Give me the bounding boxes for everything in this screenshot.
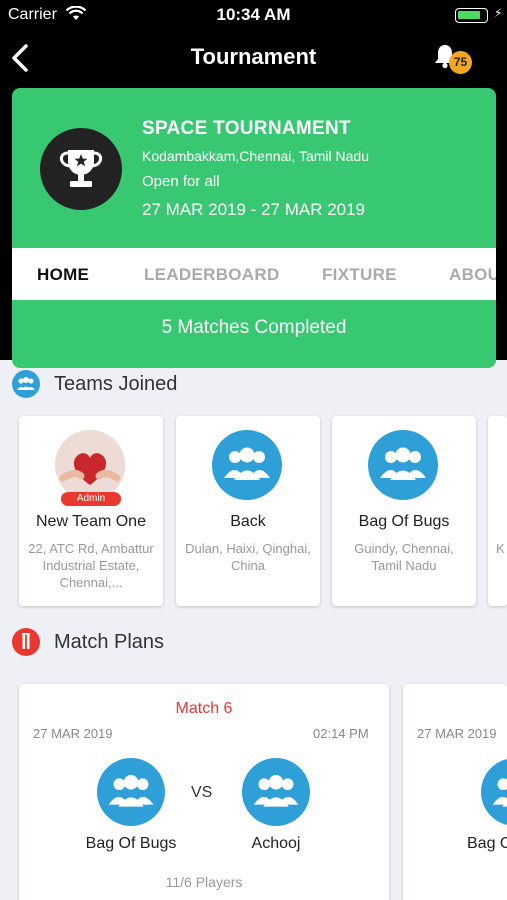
match-players-count: 11/6 Players <box>165 874 243 890</box>
team-b-name: Achooj <box>251 835 301 852</box>
teams-joined-title: Teams Joined <box>54 373 178 395</box>
team-name: Bag Of Bugs <box>358 513 450 530</box>
team-name: Back <box>230 513 266 530</box>
team-address: Dulan, Haixi, Qinghai, China <box>185 541 311 573</box>
team-card[interactable]: Admin New Team One 22, ATC Rd, Ambattur … <box>19 416 163 606</box>
team-avatar-heart: Admin <box>55 430 125 506</box>
match-time: 02:14 PM <box>313 726 369 741</box>
team-address: Guindy, Chennai, Tamil Nadu <box>354 541 454 573</box>
tournament-eligibility: Open for all <box>142 173 220 190</box>
tab-fixture[interactable]: FIXTURE <box>322 265 397 285</box>
group-icon <box>481 758 507 826</box>
battery-icon <box>455 8 488 23</box>
group-icon <box>212 430 282 500</box>
group-icon <box>368 430 438 500</box>
team-name: New Team One <box>36 513 146 530</box>
team-a-name: Bag O <box>467 835 507 852</box>
tournament-card: SPACE TOURNAMENT Kodambakkam,Chennai, Ta… <box>12 88 496 368</box>
match-card[interactable]: Match 6 27 MAR 2019 02:14 PM VS Bag Of B… <box>19 684 389 900</box>
team-card[interactable]: Bag Of Bugs Guindy, Chennai, Tamil Nadu <box>332 416 476 606</box>
tab-leaderboard[interactable]: LEADERBOARD <box>144 265 280 285</box>
group-icon <box>97 758 165 826</box>
match-date: 27 MAR 2019 <box>417 726 497 741</box>
notifications-button[interactable]: 75 <box>433 42 473 78</box>
team-address: 22, ATC Rd, Ambattur Industrial Estate, … <box>28 541 154 590</box>
team-card[interactable]: Back Dulan, Haixi, Qinghai, China <box>176 416 320 606</box>
group-icon <box>242 758 310 826</box>
status-bar: Carrier 10:34 AM ⚡ <box>0 0 507 30</box>
cricket-bat-icon <box>12 628 40 656</box>
match-card[interactable]: 27 MAR 2019 Bag O <box>403 684 507 900</box>
teams-group-icon <box>12 370 40 398</box>
charging-icon: ⚡ <box>494 6 503 20</box>
trophy-icon <box>40 128 122 210</box>
tab-about[interactable]: ABOUT <box>449 265 496 285</box>
versus-label: VS <box>191 784 213 801</box>
tournament-tabs: HOME LEADERBOARD FIXTURE ABOUT <box>12 248 496 300</box>
team-address: K <box>496 541 505 556</box>
tournament-location: Kodambakkam,Chennai, Tamil Nadu <box>142 148 369 164</box>
matches-completed-status: 5 Matches Completed <box>161 317 347 338</box>
team-a-name: Bag Of Bugs <box>85 835 177 852</box>
admin-badge: Admin <box>61 492 121 506</box>
match-plans-title: Match Plans <box>54 631 165 653</box>
tournament-name: SPACE TOURNAMENT <box>142 118 351 139</box>
page-title: Tournament <box>190 44 317 69</box>
status-time: 10:34 AM <box>216 5 291 24</box>
match-date: 27 MAR 2019 <box>33 726 113 741</box>
tournament-dates: 27 MAR 2019 - 27 MAR 2019 <box>142 200 366 219</box>
notification-count-badge: 75 <box>449 51 472 74</box>
team-card[interactable]: K <box>488 416 507 606</box>
tab-home[interactable]: HOME <box>37 265 89 285</box>
battery-level-fill <box>458 11 480 19</box>
match-number: Match 6 <box>175 700 233 717</box>
